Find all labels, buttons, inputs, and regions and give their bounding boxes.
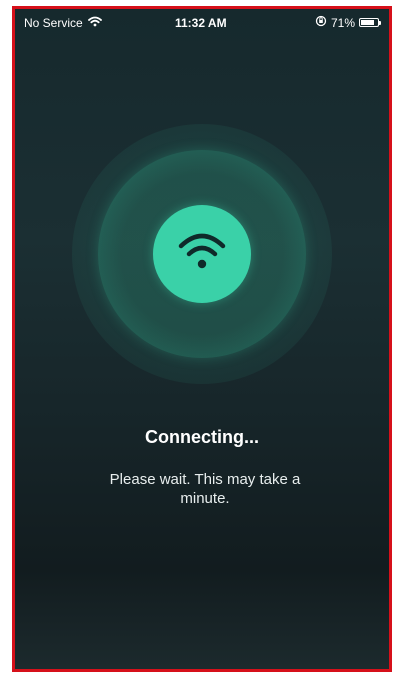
battery-level xyxy=(361,20,374,25)
wifi-icon xyxy=(177,231,227,278)
connecting-title: Connecting... xyxy=(145,427,259,447)
wifi-badge xyxy=(153,205,251,303)
clock: 11:32 AM xyxy=(175,16,227,30)
carrier-group: No Service xyxy=(24,16,102,30)
battery-icon xyxy=(359,18,381,27)
status-bar: No Service 11:32 AM 71% xyxy=(15,9,389,37)
battery-percent: 71% xyxy=(330,15,355,30)
orientation-lock-icon xyxy=(315,15,327,30)
carrier-label: No Service xyxy=(24,16,83,30)
right-status-group: 71% xyxy=(315,15,381,30)
connecting-subtitle: Please wait. This may take a minute. xyxy=(109,471,301,507)
phone-screen: No Service 11:32 AM 71% Connecting... Pl… xyxy=(12,6,392,672)
wifi-icon xyxy=(87,16,102,30)
